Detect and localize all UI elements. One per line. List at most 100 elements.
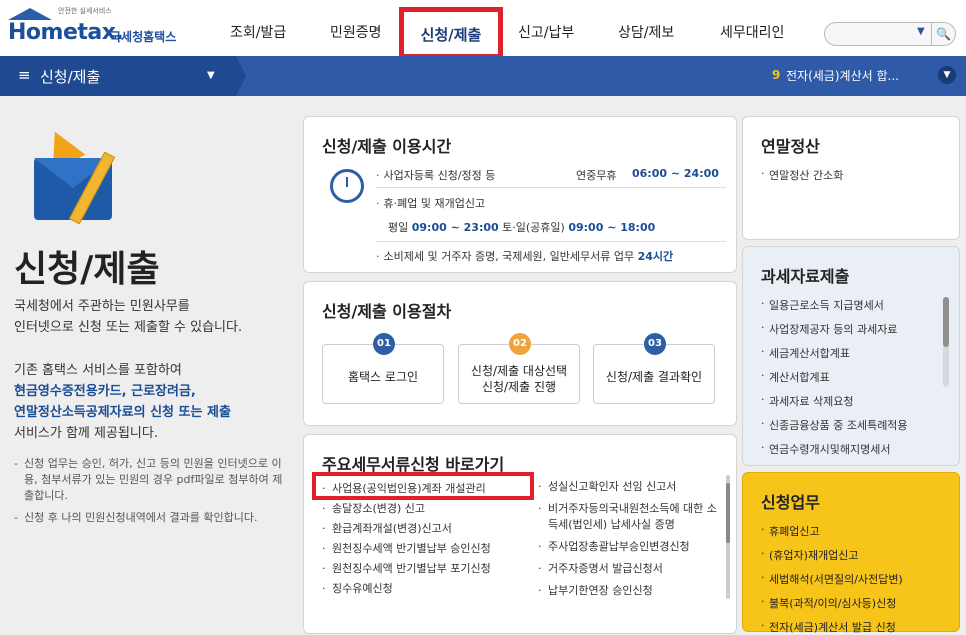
shortcut-item[interactable]: 원천징수세액 반기별납부 포기신청: [322, 559, 532, 579]
tax-data-item[interactable]: 세금계산서합계표: [761, 345, 850, 361]
nav-apply-submit[interactable]: 신청/제출: [404, 12, 498, 45]
step-number-badge: 02: [509, 333, 531, 355]
step-label-line: 신청/제출 진행: [481, 380, 557, 394]
tax-data-item[interactable]: 계산서합계표: [761, 369, 830, 385]
divider: [376, 187, 726, 188]
shortcuts-panel: 주요세무서류신청 바로가기 사업용(공익법인용)계좌 개설관리 송달장소(변경)…: [303, 434, 737, 634]
note-item: 신청 업무는 승인, 허가, 신고 등의 민원을 인터넷으로 이용, 첨부서류가…: [14, 456, 284, 504]
request-item[interactable]: 불복(과적/이의/심사등)신청: [761, 595, 896, 611]
page-title: 신청/제출: [14, 249, 160, 290]
menu-title[interactable]: 신청/제출: [40, 66, 100, 87]
hours-row: · 사업자등록 신청/정정 등: [376, 169, 496, 182]
step-number-badge: 01: [373, 333, 395, 355]
highlight-box: [312, 472, 534, 500]
step-label-line: 신청/제출 대상선택: [470, 364, 568, 378]
shortcut-item[interactable]: 송달장소(변경) 신고: [322, 499, 532, 519]
note-item: 신청 후 나의 민원신청내역에서 결과를 확인합니다.: [14, 510, 284, 526]
panel-title: 신청/제출 이용절차: [322, 302, 452, 321]
hours-value: 09:00 ~ 18:00: [568, 221, 656, 234]
description-line: 국세청에서 주관하는 민원사무를: [14, 299, 190, 314]
hours-mid: 연중무휴: [576, 169, 617, 182]
hours-row: 평일 09:00 ~ 23:00 토·일(공휴일) 09:00 ~ 18:00: [388, 219, 655, 235]
sub-nav-bar: ≡ 신청/제출 ▼ 9 전자(세금)계산서 합... ▼: [0, 56, 966, 96]
shortcut-item[interactable]: 납부기한연장 승인신청: [538, 583, 722, 599]
panel-title: 신청/제출 이용시간: [322, 137, 452, 156]
search-dropdown-icon[interactable]: ▼: [917, 26, 925, 37]
shortcut-item[interactable]: 성실신고확인자 선임 신고서: [538, 479, 722, 495]
nav-report-pay[interactable]: 신고/납부: [518, 22, 574, 42]
step-number-badge: 03: [644, 333, 666, 355]
step-label: 홈택스 로그인: [347, 370, 419, 384]
nav-consult[interactable]: 상담/제보: [618, 22, 674, 42]
request-item[interactable]: 세법해석(서면질의/사전답변): [761, 571, 903, 587]
service-description: 기존 홈택스 서비스를 포함하여 현금영수증전용카드, 근로장려금, 연말정산소…: [14, 360, 294, 444]
chevron-down-icon[interactable]: ▼: [938, 66, 956, 84]
shortcut-item[interactable]: 환급계좌개설(변경)신고서: [322, 519, 532, 539]
search-input[interactable]: ▼ 🔍: [824, 22, 956, 46]
tax-data-item[interactable]: 신종금융상품 중 조세특례적용: [761, 417, 908, 433]
hours-label: 토·일(공휴일): [502, 221, 565, 234]
procedure-panel: 신청/제출 이용절차 01 홈택스 로그인 02 신청/제출 대상선택 신청/제출…: [303, 281, 737, 426]
shortcut-item[interactable]: 주사업장총괄납부승인변경신청: [538, 539, 722, 555]
request-item[interactable]: (휴업자)재개업신고: [761, 547, 859, 563]
search-icon[interactable]: 🔍: [931, 23, 955, 45]
logo-text: Hometax.: [8, 20, 124, 45]
year-end-item[interactable]: 연말정산 간소화: [761, 167, 843, 183]
scrollbar-thumb[interactable]: [943, 297, 949, 347]
hours-value: 06:00 ~ 24:00: [632, 167, 719, 180]
scrollbar-thumb[interactable]: [726, 483, 730, 543]
nav-certificates[interactable]: 민원증명: [330, 22, 382, 42]
hours-label: 평일: [388, 221, 409, 234]
service-line: 기존 홈택스 서비스를 포함하여: [14, 363, 182, 378]
shortcut-item[interactable]: 거주자증명서 발급신청서: [538, 561, 722, 577]
request-item[interactable]: 전자(세금)계산서 발급 신청: [761, 619, 896, 635]
notice-number: 9: [772, 68, 781, 82]
hours-value: 24시간: [637, 250, 674, 263]
hours-row: · 소비제세 및 거주자 증명, 국제세원, 일반세무서류 업무 24시간: [376, 250, 674, 263]
hours-value: 09:00 ~ 23:00: [411, 221, 499, 234]
hours-row: · 휴·폐업 및 재개업신고: [376, 197, 486, 210]
service-line: 서비스가 함께 제공됩니다.: [14, 426, 158, 441]
description-line: 인터넷으로 신청 또는 제출할 수 있습니다.: [14, 320, 243, 335]
scrollbar[interactable]: [726, 475, 730, 599]
hamburger-icon[interactable]: ≡: [18, 66, 31, 84]
shortcut-item[interactable]: 원천징수세액 반기별납부 승인신청: [322, 539, 532, 559]
nav-tax-agent[interactable]: 세무대리인: [720, 22, 784, 42]
chevron-down-icon[interactable]: ▼: [207, 70, 215, 81]
panel-title: 과세자료제출: [761, 267, 850, 286]
divider: [376, 241, 726, 242]
logo-tagline: 안전한 실세서비스: [58, 7, 112, 15]
top-bar: 안전한 실세서비스 Hometax. 국세청홈택스 조회/발급 민원증명 신청/…: [0, 0, 966, 59]
shortcut-item[interactable]: 징수유예신청: [322, 579, 532, 599]
notes: 신청 업무는 승인, 허가, 신고 등의 민원을 인터넷으로 이용, 첨부서류가…: [14, 456, 284, 526]
logo-roof-icon: [8, 8, 52, 20]
step-select[interactable]: 02 신청/제출 대상선택신청/제출 진행: [458, 333, 580, 404]
step-login[interactable]: 01 홈택스 로그인: [322, 333, 444, 404]
panel-title: 연말정산: [761, 137, 820, 156]
hometax-logo[interactable]: 안전한 실세서비스 Hometax. 국세청홈택스: [6, 6, 206, 50]
notice-text[interactable]: 전자(세금)계산서 합...: [786, 67, 899, 84]
scrollbar[interactable]: [943, 297, 949, 387]
hours-label: 휴·폐업 및 재개업신고: [383, 197, 486, 210]
shortcut-item[interactable]: 비거주자등의국내원천소득에 대한 소득세(법인세) 납세사실 증명: [538, 501, 722, 533]
hours-label: 소비제세 및 거주자 증명, 국제세원, 일반세무서류 업무: [383, 250, 635, 263]
request-item[interactable]: 휴폐업신고: [761, 523, 820, 539]
tax-data-item[interactable]: 사업장제공자 등의 과세자료: [761, 321, 897, 337]
step-label: 신청/제출 대상선택신청/제출 진행: [459, 363, 579, 395]
nav-apply-submit-highlight[interactable]: 신청/제출: [399, 7, 503, 59]
page-description: 국세청에서 주관하는 민원사무를 인터넷으로 신청 또는 제출할 수 있습니다.: [14, 296, 284, 338]
menu-selector[interactable]: ≡ 신청/제출 ▼: [0, 56, 236, 96]
hours-label: 사업자등록 신청/정정 등: [383, 169, 496, 182]
tax-data-item[interactable]: 일용근로소득 지급명세서: [761, 297, 884, 313]
clock-calendar-icon: [330, 169, 364, 203]
tax-data-item[interactable]: 연금수령개시및해지명세서: [761, 441, 890, 457]
service-line-highlight: 연말정산소득공제자료의 신청 또는 제출: [14, 405, 231, 420]
tax-data-item[interactable]: 과세자료 삭제요청: [761, 393, 853, 409]
nav-inquiry[interactable]: 조회/발급: [230, 22, 286, 42]
step-label: 신청/제출 결과확인: [605, 370, 703, 384]
service-line-highlight: 현금영수증전용카드, 근로장려금,: [14, 384, 196, 399]
step-result[interactable]: 03 신청/제출 결과확인: [593, 333, 715, 404]
year-end-panel: 연말정산 연말정산 간소화: [742, 116, 960, 240]
shortcut-list-right: 성실신고확인자 선임 신고서 비거주자등의국내원천소득에 대한 소득세(법인세)…: [538, 479, 722, 599]
bar-arrow: [236, 56, 246, 96]
